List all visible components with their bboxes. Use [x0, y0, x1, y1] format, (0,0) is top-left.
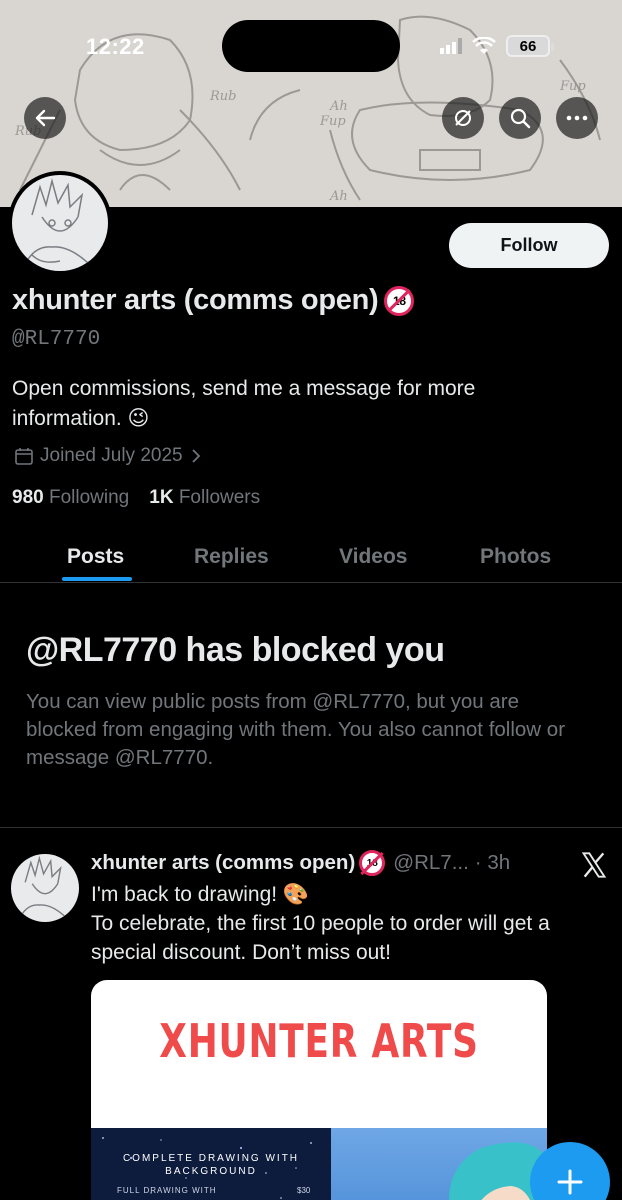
media-price-card: COMPLETE DRAWING WITH BACKGROUND FULL DR… [91, 1128, 331, 1200]
tab-replies[interactable]: Replies [194, 530, 269, 583]
post-avatar-sketch-image [17, 855, 72, 922]
post-media-image[interactable]: XHUNTER ARTS COMPLETE DRAWING WITH BACKG… [91, 980, 547, 1200]
post-header: xhunter arts (comms open) 18 @RL7... · 3… [91, 850, 510, 876]
svg-text:Ah: Ah [329, 189, 348, 204]
battery-indicator: 66 [506, 35, 554, 57]
x-logo-icon[interactable] [580, 851, 608, 879]
svg-text:Fup: Fup [319, 114, 346, 129]
adult-content-icon: 18 [384, 285, 415, 316]
active-tab-indicator [62, 577, 132, 581]
tab-videos[interactable]: Videos [339, 530, 407, 583]
media-card-item: FULL DRAWING WITH [117, 1186, 217, 1195]
more-icon [566, 115, 588, 121]
more-button[interactable] [556, 97, 598, 139]
profile-tabs: Posts Replies Videos Photos [0, 530, 622, 583]
post-handle: @RL7... [393, 851, 469, 874]
following-label: Following [48, 487, 130, 508]
profile-display-name: xhunter arts (comms open) 18 [12, 284, 415, 317]
post-time: · 3h [474, 851, 511, 874]
following-count: 980 [12, 487, 44, 508]
mute-icon [455, 110, 471, 126]
wifi-icon [472, 37, 496, 54]
dynamic-island [222, 20, 400, 72]
post-line-2: To celebrate, the first 10 people to ord… [91, 912, 550, 964]
media-card-heading: COMPLETE DRAWING WITH BACKGROUND [122, 1153, 300, 1177]
plus-icon [557, 1169, 583, 1195]
character-art-image [449, 1142, 547, 1200]
blocked-message: You can view public posts from @RL7770, … [26, 690, 566, 769]
post-author[interactable]: xhunter arts (comms open) [91, 851, 355, 875]
svg-text:Rub: Rub [209, 89, 236, 104]
search-button[interactable] [499, 97, 541, 139]
media-character-art [331, 1128, 547, 1200]
back-button[interactable] [24, 97, 66, 139]
status-icons: 66 [440, 34, 554, 58]
post-avatar[interactable] [11, 854, 79, 922]
calendar-icon [15, 448, 33, 465]
blocked-title: @RL7770 has blocked you [26, 631, 445, 669]
post-line-1: I'm back to drawing! 🎨 [91, 883, 310, 906]
post-text: I'm back to drawing! 🎨 To celebrate, the… [91, 880, 601, 967]
follow-counts: 980 Following 1K Followers [12, 487, 260, 509]
svg-text:Ah: Ah [329, 99, 348, 114]
profile-bio: Open commissions, send me a message for … [12, 377, 476, 430]
profile-handle: @RL7770 [12, 328, 101, 351]
followers-count: 1K [149, 487, 174, 508]
chevron-right-icon [191, 449, 200, 463]
arrow-left-icon [35, 109, 56, 127]
tab-photos[interactable]: Photos [480, 530, 551, 583]
mute-button[interactable] [442, 97, 484, 139]
section-divider [0, 827, 622, 828]
signal-icon [440, 38, 462, 54]
tab-posts[interactable]: Posts [67, 530, 124, 583]
avatar-sketch-image [21, 178, 97, 271]
profile-banner[interactable]: Rub Ah Fup Fup Ah Rub 12:22 66 [0, 0, 622, 207]
media-title: XHUNTER ARTS [159, 1014, 479, 1068]
display-name-text: xhunter arts (comms open) [12, 284, 379, 316]
post-adult-content-icon: 18 [359, 850, 386, 876]
followers-label: Followers [178, 487, 261, 508]
profile-avatar[interactable] [8, 171, 112, 275]
followers-link[interactable]: 1K Followers [149, 487, 260, 509]
media-card-price: $30 [297, 1186, 311, 1195]
svg-text:Fup: Fup [559, 79, 586, 94]
joined-text: Joined July 2025 [40, 445, 183, 466]
joined-date[interactable]: Joined July 2025 [14, 445, 203, 467]
status-time: 12:22 [86, 34, 145, 59]
following-link[interactable]: 980 Following [12, 487, 129, 509]
follow-button[interactable]: Follow [449, 223, 609, 268]
search-icon [510, 108, 531, 129]
